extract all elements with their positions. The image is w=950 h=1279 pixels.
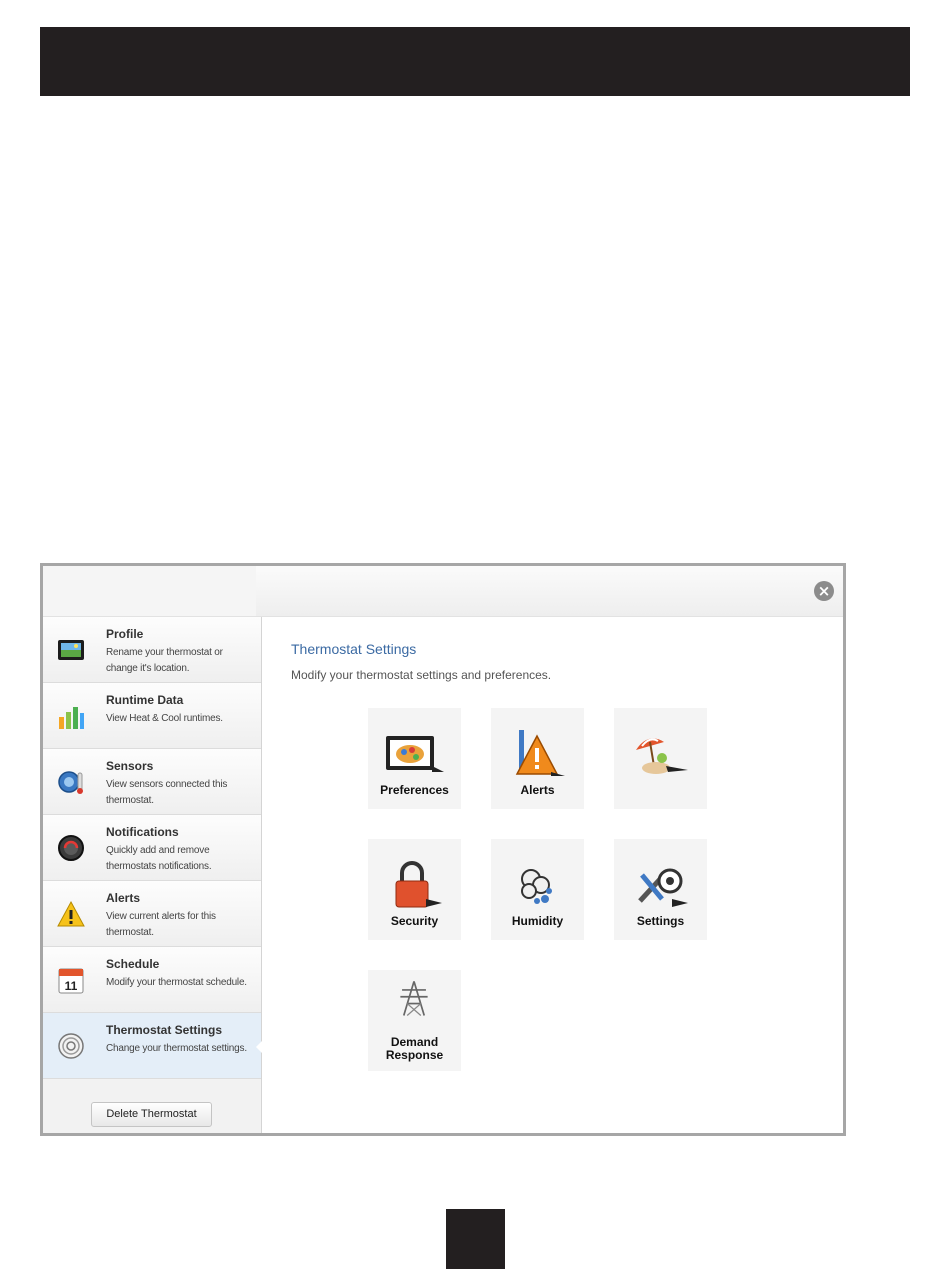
sidebar-item-schedule[interactable]: 11 Schedule Modify your thermostat sched… (43, 947, 261, 1013)
page-subtitle: Modify your thermostat settings and pref… (291, 668, 552, 682)
sidebar-item-thermostat-settings[interactable]: Thermostat Settings Change your thermost… (43, 1013, 262, 1079)
sidebar-item-title: Sensors (106, 759, 154, 773)
thermostat-dial-icon (58, 1033, 84, 1059)
tile-alerts[interactable]: Alerts (491, 708, 584, 809)
sidebar-item-desc: View Heat & Cool runtimes. (106, 713, 223, 724)
tile-preferences[interactable]: Preferences (368, 708, 461, 809)
page-number-block (446, 1209, 505, 1269)
sidebar: Profile Rename your thermostat or change… (43, 617, 262, 1133)
active-pointer (256, 1041, 262, 1053)
sidebar-item-alerts[interactable]: Alerts View current alerts for this ther… (43, 881, 261, 947)
power-tower-icon (400, 981, 428, 1016)
tile-humidity[interactable]: Humidity (491, 839, 584, 940)
tile-security[interactable]: Security (368, 839, 461, 940)
alert-warning-icon (515, 730, 565, 776)
calendar-icon: 11 (58, 968, 84, 994)
sidebar-item-runtime-data[interactable]: Runtime Data View Heat & Cool runtimes. (43, 683, 261, 749)
tile-label: Alerts (520, 783, 555, 797)
preferences-icon (386, 736, 444, 772)
sidebar-item-title: Thermostat Settings (106, 1023, 223, 1037)
tile-label: Security (390, 914, 439, 928)
tile-label: Preferences (380, 783, 449, 797)
sidebar-item-title: Notifications (106, 825, 179, 839)
profile-picture-icon (58, 640, 84, 660)
calendar-day-number: 11 (65, 979, 78, 993)
sidebar-item-title: Alerts (106, 891, 141, 905)
thermostat-settings-window: × Profile Rename your thermostat or chan… (40, 563, 846, 1136)
sidebar-item-desc: Rename your thermostat or change it's lo… (106, 647, 223, 674)
close-button[interactable]: × (814, 581, 834, 601)
sidebar-item-profile[interactable]: Profile Rename your thermostat or change… (43, 617, 261, 683)
sidebar-item-title: Profile (106, 627, 144, 641)
tile-label: Demand Response (385, 1035, 444, 1062)
sensor-icon (58, 771, 83, 794)
tile-label: Humidity (511, 914, 564, 928)
sidebar-item-desc: Change your thermostat settings. (106, 1043, 247, 1054)
delete-thermostat-button[interactable]: Delete Thermostat (91, 1102, 212, 1127)
tile-settings[interactable]: Settings (614, 839, 707, 940)
sidebar-item-title: Schedule (106, 957, 160, 971)
sidebar-item-sensors[interactable]: Sensors View sensors connected this ther… (43, 749, 261, 815)
sidebar-item-notifications[interactable]: Notifications Quickly add and remove the… (43, 815, 261, 881)
tile-vacation[interactable] (614, 708, 707, 809)
page-title: Thermostat Settings (291, 641, 417, 657)
vacation-umbrella-icon (636, 738, 688, 774)
sidebar-item-desc: View current alerts for this thermostat. (106, 911, 216, 938)
wrench-gear-icon (638, 868, 688, 907)
window-header-left (43, 566, 256, 616)
notification-gauge-icon (58, 835, 84, 861)
sidebar-item-desc: Quickly add and remove thermostats notif… (106, 845, 212, 872)
padlock-icon (395, 861, 442, 908)
warning-triangle-icon (57, 900, 85, 927)
window-header: × (43, 566, 843, 617)
sidebar-item-title: Runtime Data (106, 693, 184, 707)
sidebar-item-desc: View sensors connected this thermostat. (106, 779, 228, 806)
sidebar-item-desc: Modify your thermostat schedule. (106, 977, 247, 988)
humidity-droplets-icon (521, 869, 552, 904)
tile-label: Settings (636, 914, 685, 928)
tile-demand-response[interactable]: Demand Response (368, 970, 461, 1071)
header-bar (40, 27, 910, 96)
bar-chart-icon (59, 707, 84, 729)
main-content: Thermostat Settings Modify your thermost… (263, 617, 843, 1133)
